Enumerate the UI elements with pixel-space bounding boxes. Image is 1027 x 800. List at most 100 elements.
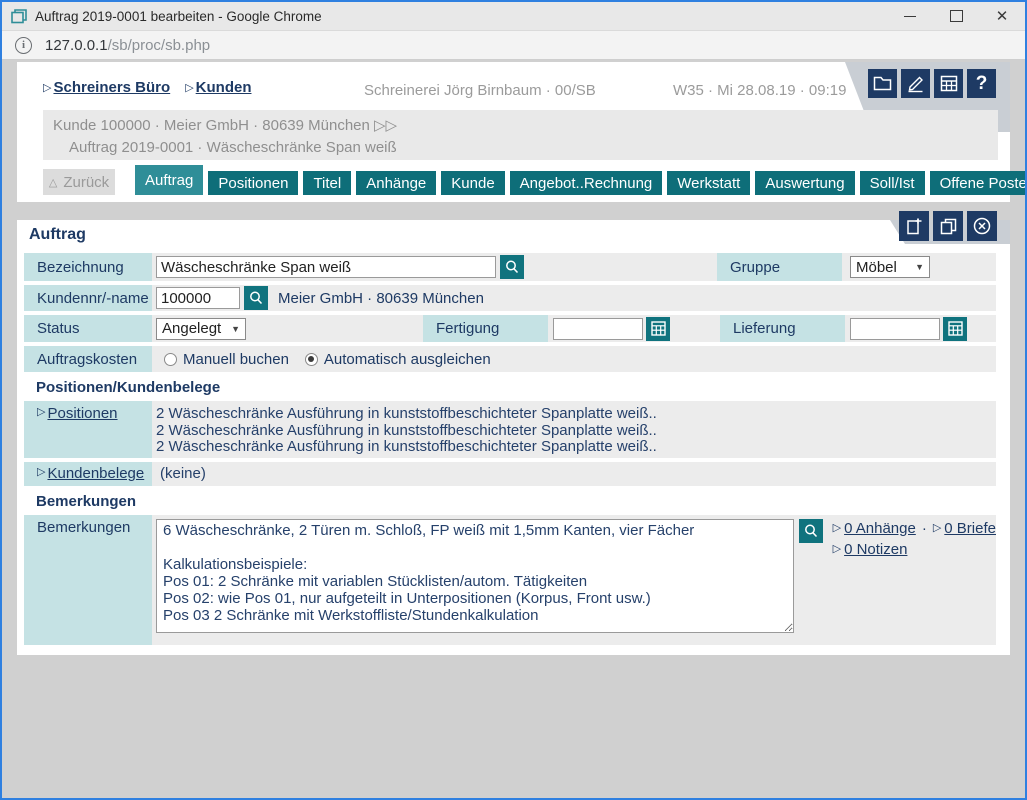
tab-werkstatt[interactable]: Werkstatt: [667, 171, 750, 195]
breadcrumb-order-line: Auftrag 2019-0001 · Wäscheschränke Span …: [69, 137, 998, 159]
nav-link-label: Kunden: [196, 79, 252, 96]
position-lines: 2 Wäscheschränke Ausführung in kunststof…: [156, 404, 657, 458]
tab-auswertung[interactable]: Auswertung: [755, 171, 854, 195]
kundenbelege-value: (keine): [160, 465, 206, 482]
minimize-button[interactable]: [887, 2, 933, 30]
company-name: Schreinerei Jörg Birnbaum · 00/SB: [364, 82, 596, 99]
tab-angebot-rechnung[interactable]: Angebot..Rechnung: [510, 171, 663, 195]
row-bezeichnung: Bezeichnung Gruppe Möbel ▼: [24, 253, 996, 281]
bezeichnung-search-button[interactable]: [500, 255, 524, 279]
form-title: Auftrag: [17, 220, 1010, 253]
notizen-link[interactable]: 0 Notizen: [844, 539, 907, 560]
kundennr-input[interactable]: [156, 287, 240, 309]
delete-circle-x-icon: [972, 216, 992, 236]
calendar-icon: [948, 321, 963, 336]
triangle-icon: ▷: [37, 465, 45, 478]
gruppe-select[interactable]: Möbel ▼: [850, 256, 930, 278]
side-links-row-2: ▷ 0 Notizen: [833, 539, 996, 560]
positionen-label-cell: ▷ Positionen: [24, 401, 152, 458]
gruppe-label: Gruppe: [717, 253, 842, 281]
order-form-card: Auftrag Bezeichnung Gruppe Möbel ▼: [17, 220, 1010, 655]
row-strip: Manuell buchen Automatisch ausgleichen: [152, 346, 996, 372]
close-button[interactable]: ✕: [979, 2, 1025, 30]
fertigung-label: Fertigung: [423, 315, 548, 342]
breadcrumb-customer-line[interactable]: Kunde 100000 · Meier GmbH · 80639 Münche…: [53, 115, 998, 137]
row-strip: Gruppe Möbel ▼: [152, 253, 996, 281]
lieferung-date-input[interactable]: [850, 318, 940, 340]
positionen-link[interactable]: ▷ Positionen: [37, 405, 118, 422]
tab-kunde[interactable]: Kunde: [441, 171, 504, 195]
position-line: 2 Wäscheschränke Ausführung in kunststof…: [156, 406, 657, 423]
window-title: Auftrag 2019-0001 bearbeiten - Google Ch…: [35, 9, 322, 24]
bemerkungen-textarea[interactable]: 6 Wäscheschränke, 2 Türen m. Schloß, FP …: [156, 519, 794, 633]
browser-window: Auftrag 2019-0001 bearbeiten - Google Ch…: [0, 0, 1027, 800]
pencil-icon: [906, 75, 925, 93]
fertigung-date-input[interactable]: [553, 318, 643, 340]
positionen-section-heading: Positionen/Kundenbelege: [36, 379, 1010, 396]
anhaenge-link[interactable]: 0 Anhänge: [844, 518, 916, 539]
row-status: Status Angelegt ▼ Fertigung Lieferung: [24, 315, 996, 342]
radio-label: Automatisch ausgleichen: [324, 351, 491, 368]
side-links-row-1: ▷ 0 Anhänge · ▷ 0 Briefe: [833, 518, 996, 539]
tab-positionen[interactable]: Positionen: [208, 171, 298, 195]
positionen-link-label: Positionen: [47, 405, 117, 422]
radio-checked-icon: [305, 353, 318, 366]
triangle-icon: ▷: [37, 405, 45, 418]
new-record-button[interactable]: [899, 211, 929, 241]
row-strip: 6 Wäscheschränke, 2 Türen m. Schloß, FP …: [152, 515, 996, 645]
triangle-icon: ▷: [43, 81, 51, 94]
gruppe-select-value: Möbel: [856, 259, 897, 276]
row-bemerkungen: Bemerkungen 6 Wäscheschränke, 2 Türen m.…: [24, 515, 996, 645]
row-strip: Meier GmbH · 80639 München: [152, 285, 996, 311]
kundenbelege-link-label: Kundenbelege: [47, 465, 144, 482]
delete-record-button[interactable]: [967, 211, 997, 241]
nav-link-kunden[interactable]: ▷ Kunden: [185, 79, 251, 96]
url-bar: i 127.0.0.1/sb/proc/sb.php: [2, 31, 1025, 60]
kundennr-info-text: Meier GmbH · 80639 München: [278, 290, 484, 307]
calendar-icon: [651, 321, 666, 336]
help-button[interactable]: ?: [967, 69, 996, 98]
tab-offene-posten[interactable]: Offene Posten: [930, 171, 1027, 195]
new-document-icon: [905, 217, 924, 236]
address-text[interactable]: 127.0.0.1/sb/proc/sb.php: [45, 37, 210, 54]
title-bar: Auftrag 2019-0001 bearbeiten - Google Ch…: [2, 2, 1025, 31]
tab-auftrag[interactable]: Auftrag: [135, 165, 203, 195]
bemerkungen-search-button[interactable]: [799, 519, 823, 543]
copy-record-button[interactable]: [933, 211, 963, 241]
chevron-down-icon: ▼: [231, 324, 240, 334]
briefe-link[interactable]: 0 Briefe: [944, 518, 996, 539]
maximize-button[interactable]: [933, 2, 979, 30]
nav-link-schreiners-buero[interactable]: ▷ Schreiners Büro: [43, 79, 170, 96]
kundennr-search-button[interactable]: [244, 286, 268, 310]
back-button[interactable]: △ Zurück: [43, 169, 115, 195]
status-select[interactable]: Angelegt ▼: [156, 318, 246, 340]
tab-soll-ist[interactable]: Soll/Ist: [860, 171, 925, 195]
row-auftragskosten: Auftragskosten Manuell buchen Automatisc…: [24, 346, 996, 372]
tab-titel[interactable]: Titel: [303, 171, 351, 195]
bezeichnung-input[interactable]: [156, 256, 496, 278]
radio-manuell-buchen[interactable]: Manuell buchen: [164, 351, 289, 368]
kundenbelege-link[interactable]: ▷ Kundenbelege: [37, 465, 144, 482]
calendar-button[interactable]: [934, 69, 963, 98]
fertigung-calendar-button[interactable]: [646, 317, 670, 341]
record-action-buttons: [899, 211, 997, 241]
url-host: 127.0.0.1: [45, 37, 108, 54]
help-icon: ?: [976, 74, 988, 93]
window-controls: ✕: [887, 2, 1025, 30]
row-strip: Angelegt ▼ Fertigung Lieferung: [152, 315, 996, 342]
tab-anhaenge[interactable]: Anhänge: [356, 171, 436, 195]
folder-icon: [873, 75, 892, 92]
search-icon: [504, 259, 520, 275]
folder-button[interactable]: [868, 69, 897, 98]
edit-button[interactable]: [901, 69, 930, 98]
link-separator: ·: [922, 518, 927, 539]
page-info-icon[interactable]: i: [15, 37, 32, 54]
close-icon: ✕: [996, 9, 1009, 24]
minimize-icon: [904, 16, 916, 17]
row-kundennr: Kundennr/-name Meier GmbH · 80639 Münche…: [24, 285, 996, 311]
triangle-icon: ▷: [833, 539, 841, 560]
triangle-icon: ▷: [833, 518, 841, 539]
header-card: ▷ Schreiners Büro ▷ Kunden Schreinerei J…: [17, 62, 1010, 202]
lieferung-calendar-button[interactable]: [943, 317, 967, 341]
radio-automatisch-ausgleichen[interactable]: Automatisch ausgleichen: [305, 351, 491, 368]
